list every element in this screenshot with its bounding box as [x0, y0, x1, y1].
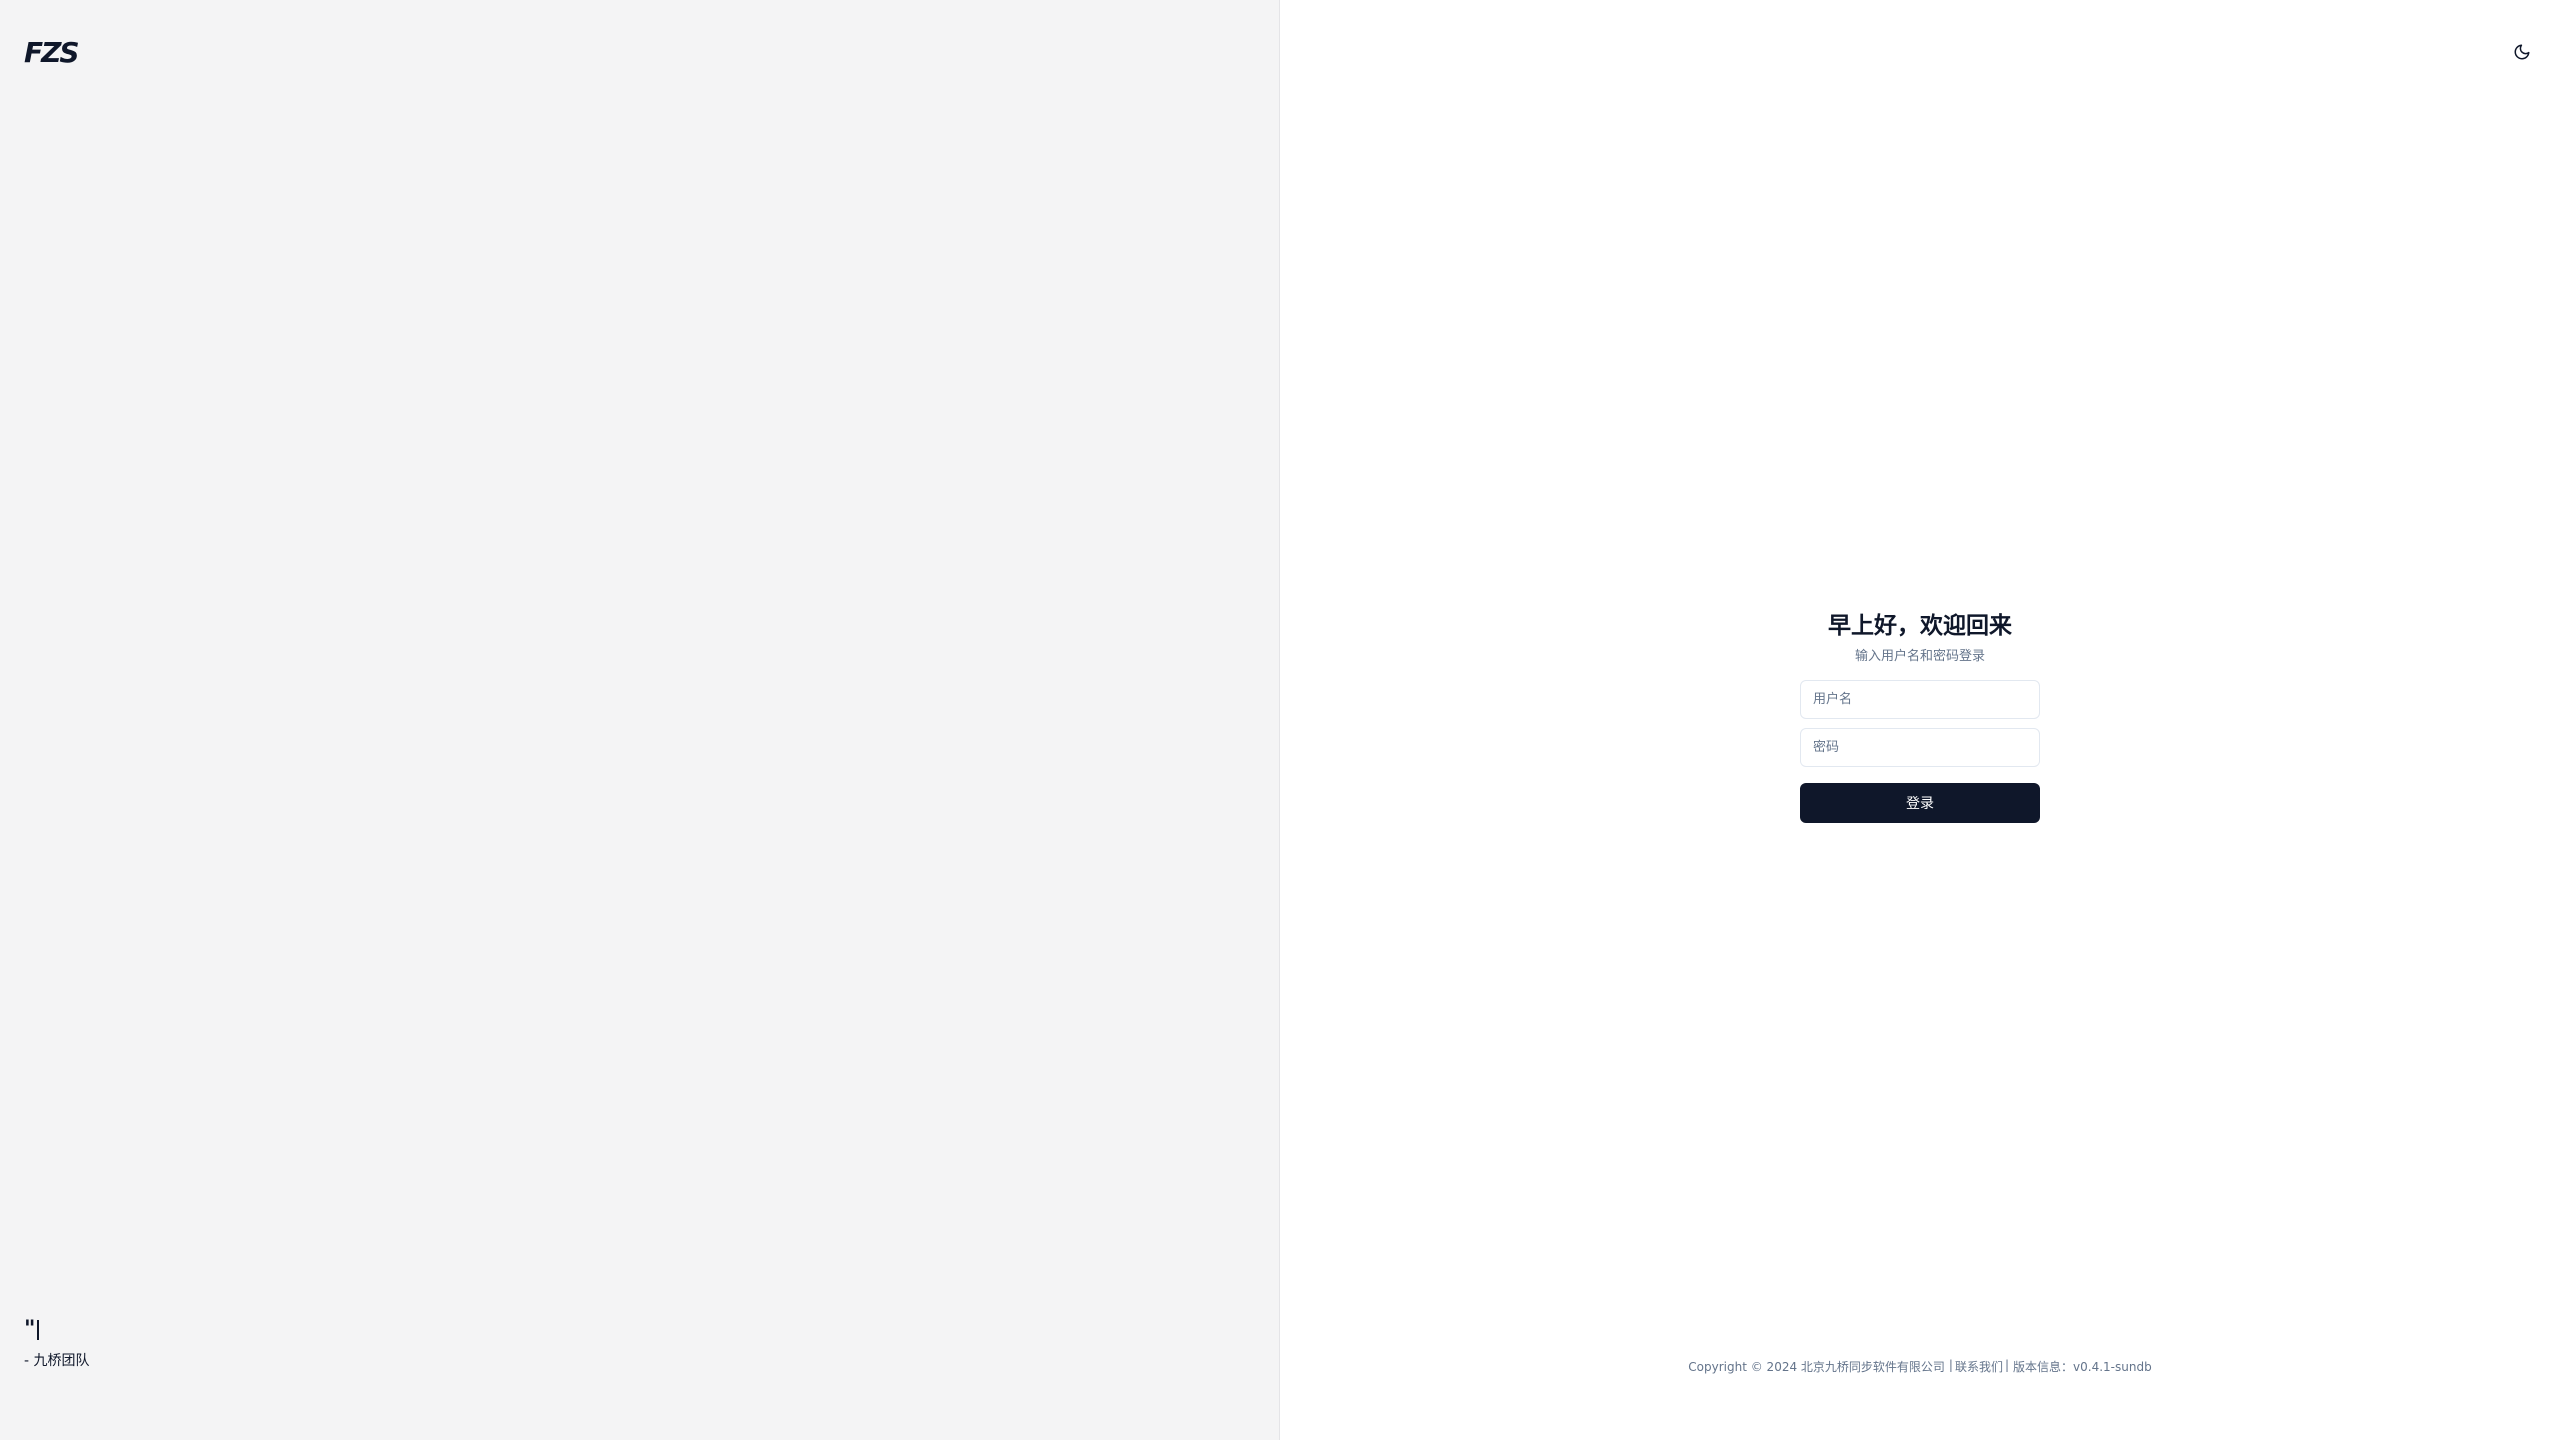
footer: Copyright © 2024 北京九桥同步软件有限公司 | 联系我们 | 版… [1280, 1358, 2560, 1375]
brand-panel: FZS " - 九桥团队 [0, 0, 1280, 1440]
brand-logo: FZS [24, 38, 80, 68]
login-panel: 早上好，欢迎回来 输入用户名和密码登录 登录 Copyright © 2024 … [1280, 0, 2560, 1440]
quote-text-line: " [24, 1317, 90, 1342]
username-input[interactable] [1800, 680, 2040, 719]
login-page: FZS " - 九桥团队 早上好，欢迎回来 输入用户名和密码登录 登录 Copy… [0, 0, 2560, 1440]
password-input[interactable] [1800, 728, 2040, 767]
quote-block: " - 九桥团队 [24, 1317, 90, 1370]
typing-cursor [37, 1320, 40, 1340]
login-form: 早上好，欢迎回来 输入用户名和密码登录 登录 [1800, 610, 2040, 823]
moon-icon [2514, 44, 2530, 60]
quote-author: - 九桥团队 [24, 1353, 90, 1370]
footer-version: 版本信息：v0.4.1-sundb [2013, 1360, 2152, 1374]
quote-text: " [24, 1317, 36, 1342]
login-subtitle: 输入用户名和密码登录 [1854, 649, 1985, 664]
login-title: 早上好，欢迎回来 [1828, 613, 2012, 639]
theme-toggle-button[interactable] [2510, 40, 2534, 64]
footer-copyright: Copyright © 2024 北京九桥同步软件有限公司 [1688, 1360, 1945, 1374]
footer-separator: | [1948, 1358, 1953, 1372]
footer-separator: | [2004, 1358, 2010, 1372]
contact-us-link[interactable]: 联系我们 [1955, 1358, 2003, 1375]
brand-logo-text: FZS [24, 36, 80, 69]
login-button[interactable]: 登录 [1800, 783, 2040, 823]
